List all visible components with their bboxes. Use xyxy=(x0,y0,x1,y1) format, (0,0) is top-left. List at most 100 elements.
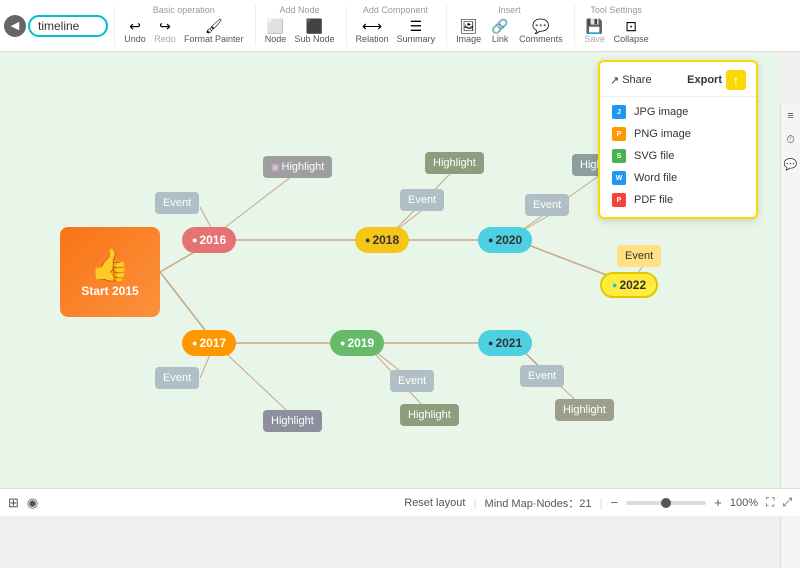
insert-buttons: 🖼Image 🔗Link 💬Comments xyxy=(453,17,566,46)
zoom-fit-icon[interactable]: ◉ xyxy=(27,495,38,511)
back-button[interactable]: ◀ xyxy=(4,15,26,37)
zoom-percentage: 100% xyxy=(730,497,758,509)
year-node-2016[interactable]: ● 2016 xyxy=(182,227,236,253)
year-node-2021[interactable]: ● 2021 xyxy=(478,330,532,356)
minus-zoom-button[interactable]: − xyxy=(611,495,619,510)
comments-button[interactable]: 💬Comments xyxy=(516,17,566,46)
basic-buttons: ↩Undo ↪Redo 🖌Format Painter xyxy=(121,17,247,46)
collapse-button[interactable]: ⊡Collapse xyxy=(611,17,652,46)
event-node-2017[interactable]: Event xyxy=(155,367,199,389)
share-button[interactable]: ↗ Share xyxy=(610,74,652,87)
separator-2: | xyxy=(600,496,603,510)
year-node-2018[interactable]: ● 2018 xyxy=(355,227,409,253)
export-word-item[interactable]: W Word file xyxy=(600,167,756,189)
dot-2020: ● xyxy=(488,235,493,245)
undo-button[interactable]: ↩Undo xyxy=(121,17,149,46)
toolbar-group-tool-settings: Tool Settings 💾Save ⊡Collapse xyxy=(574,5,658,46)
summary-button[interactable]: ☰Summary xyxy=(394,17,439,46)
zoom-thumb[interactable] xyxy=(661,498,671,508)
year-node-2017[interactable]: ● 2017 xyxy=(182,330,236,356)
feedback-icon[interactable]: 💬 xyxy=(783,156,799,172)
dot-2019: ● xyxy=(340,338,345,348)
history-icon[interactable]: ⏱ xyxy=(783,132,799,148)
canvas-area[interactable]: 👍 Start 2015 ● 2016 ● 2017 ● 2018 ● 2019… xyxy=(0,52,780,516)
thumbs-up-icon: 👍 xyxy=(90,246,130,284)
expand-button[interactable]: ⤢ xyxy=(782,495,792,510)
toolbar-group-add-node: Add Node ⬜Node ⬛Sub Node xyxy=(255,5,344,46)
event-node-2021[interactable]: Event xyxy=(520,365,564,387)
image-button[interactable]: 🖼Image xyxy=(453,17,484,46)
export-jpg-item[interactable]: J JPG image xyxy=(600,101,756,123)
add-component-buttons: ⟷Relation ☰Summary xyxy=(353,17,439,46)
format-painter-button[interactable]: 🖌Format Painter xyxy=(181,17,247,46)
highlight-node-upper-2[interactable]: Highlight xyxy=(425,152,484,174)
add-node-buttons: ⬜Node ⬛Sub Node xyxy=(262,17,338,46)
group-label-insert: Insert xyxy=(498,5,521,15)
png-label: PNG image xyxy=(634,128,691,140)
plus-zoom-button[interactable]: + xyxy=(714,495,722,510)
event-node-2016[interactable]: Event xyxy=(155,192,199,214)
pdf-label: PDF file xyxy=(634,194,673,206)
year-node-2019[interactable]: ● 2019 xyxy=(330,330,384,356)
fullscreen-button[interactable]: ⛶ xyxy=(766,495,774,510)
export-button[interactable]: Export xyxy=(687,74,722,86)
group-label-add-component: Add Component xyxy=(363,5,428,15)
toolbar-group-insert: Insert 🖼Image 🔗Link 💬Comments xyxy=(446,5,572,46)
relation-button[interactable]: ⟷Relation xyxy=(353,17,392,46)
dot-2017: ● xyxy=(192,338,197,348)
zoom-slider[interactable] xyxy=(626,501,706,505)
highlight-node-lower-2[interactable]: Highlight xyxy=(400,404,459,426)
year-2021-label: 2021 xyxy=(495,336,522,350)
group-label-tool-settings: Tool Settings xyxy=(590,5,642,15)
svg-icon: S xyxy=(612,149,626,163)
upload-arrow-icon[interactable]: ↑ xyxy=(726,70,746,90)
jpg-label: JPG image xyxy=(634,106,688,118)
export-label: Export xyxy=(687,74,722,86)
event-node-2019[interactable]: Event xyxy=(390,370,434,392)
reset-layout-button[interactable]: Reset layout xyxy=(404,497,465,509)
export-dropdown: ↗ Share Export ↑ J JPG image P PNG image xyxy=(598,60,758,219)
pdf-icon: P xyxy=(612,193,626,207)
year-node-2022[interactable]: ● 2022 xyxy=(600,272,658,298)
event-node-2020[interactable]: Event xyxy=(525,194,569,216)
toolbar: ◀ Basic operation ↩Undo ↪Redo 🖌Format Pa… xyxy=(0,0,800,52)
export-pdf-item[interactable]: P PDF file xyxy=(600,189,756,211)
grid-icon[interactable]: ⊞ xyxy=(8,495,19,511)
separator-1: | xyxy=(473,496,476,510)
toolbar-group-add-component: Add Component ⟷Relation ☰Summary xyxy=(346,5,445,46)
export-png-item[interactable]: P PNG image xyxy=(600,123,756,145)
year-2019-label: 2019 xyxy=(347,336,374,350)
tool-settings-buttons: 💾Save ⊡Collapse xyxy=(581,17,652,46)
event-node-2022[interactable]: Event xyxy=(617,245,661,267)
sub-node-button[interactable]: ⬛Sub Node xyxy=(292,17,338,46)
main-area: 👍 Start 2015 ● 2016 ● 2017 ● 2018 ● 2019… xyxy=(0,52,800,516)
mind-map-nodes-label: Mind Map·Nodes：21 xyxy=(485,495,592,511)
png-icon: P xyxy=(612,127,626,141)
highlight-node-lower-1[interactable]: Highlight xyxy=(263,410,322,432)
save-button[interactable]: 💾Save xyxy=(581,17,609,46)
dot-2021: ● xyxy=(488,338,493,348)
start-node[interactable]: 👍 Start 2015 xyxy=(60,227,160,317)
share-icon: ↗ xyxy=(610,74,619,87)
highlight-node-lower-3[interactable]: Highlight xyxy=(555,399,614,421)
word-label: Word file xyxy=(634,172,677,184)
outline-icon[interactable]: ≡ xyxy=(783,108,799,124)
export-svg-item[interactable]: S SVG file xyxy=(600,145,756,167)
year-2022-label: 2022 xyxy=(619,278,646,292)
node-button[interactable]: ⬜Node xyxy=(262,17,290,46)
document-title-input[interactable] xyxy=(28,15,108,37)
year-node-2020[interactable]: ● 2020 xyxy=(478,227,532,253)
highlight-node-upper-1[interactable]: ▣Highlight xyxy=(263,156,332,178)
start-node-label: Start 2015 xyxy=(81,284,138,298)
year-2018-label: 2018 xyxy=(372,233,399,247)
year-2020-label: 2020 xyxy=(495,233,522,247)
dot-2018: ● xyxy=(365,235,370,245)
dot-2016: ● xyxy=(192,235,197,245)
year-2017-label: 2017 xyxy=(199,336,226,350)
event-node-2018[interactable]: Event xyxy=(400,189,444,211)
jpg-icon: J xyxy=(612,105,626,119)
link-button[interactable]: 🔗Link xyxy=(486,17,514,46)
toolbar-group-basic: Basic operation ↩Undo ↪Redo 🖌Format Pain… xyxy=(114,5,253,46)
group-label-add-node: Add Node xyxy=(280,5,320,15)
redo-button[interactable]: ↪Redo xyxy=(151,17,179,46)
